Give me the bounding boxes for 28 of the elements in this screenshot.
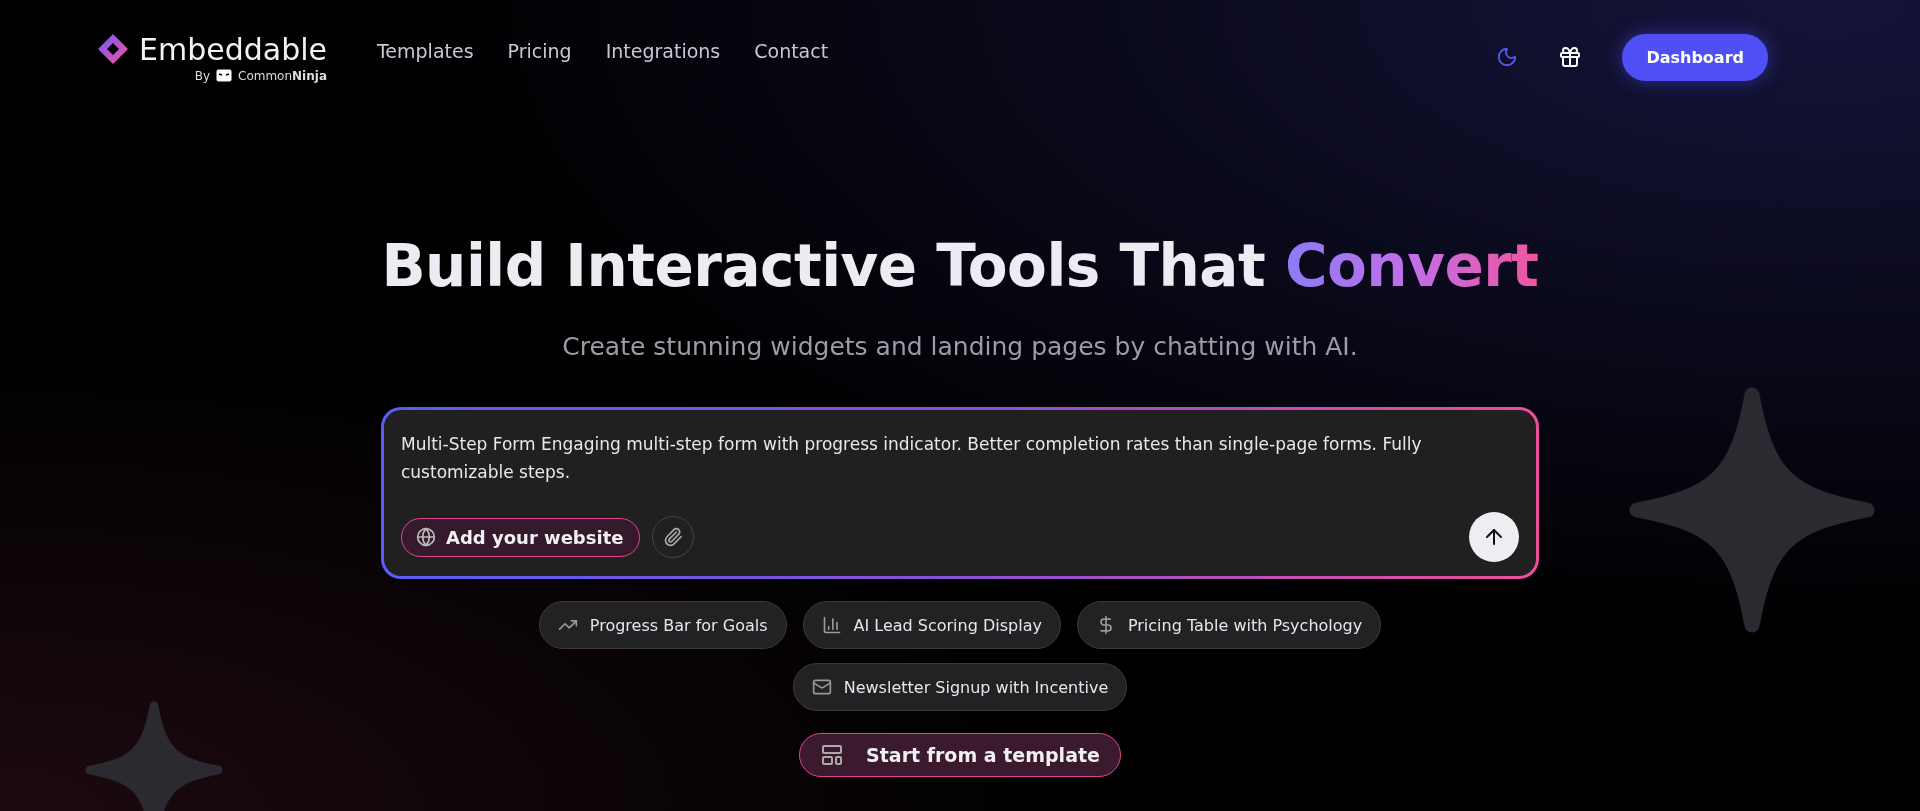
prompt-field[interactable]: Multi-Step Form Engaging multi-step form with progress indicator. Better completion rates than single-page forms. Fully customizable steps. Add your website (381, 407, 1539, 579)
nav-link[interactable]: Contact (754, 40, 829, 62)
add-website-button[interactable]: Add your website (401, 517, 641, 557)
paperclip-icon (663, 527, 684, 547)
maker-name: CommonNinja (238, 68, 327, 83)
dashboard-button[interactable]: Dashboard (1622, 33, 1768, 81)
byline: By (194, 68, 210, 83)
nav-link[interactable]: Integrations (605, 40, 721, 62)
logo-icon (97, 33, 129, 65)
chart-icon (821, 615, 842, 635)
hero-title: Build Interactive Tools That Convert (381, 232, 1539, 300)
nav-link[interactable]: Templates (377, 40, 474, 62)
template-button[interactable]: Start from a template (799, 733, 1121, 777)
layout-icon (820, 743, 845, 767)
nav-link[interactable]: Pricing (507, 40, 572, 62)
suggestion-chip[interactable]: Newsletter Signup with Incentive (792, 663, 1128, 711)
moon-icon[interactable] (1496, 46, 1519, 68)
send-button[interactable] (1469, 512, 1519, 562)
mail-icon (811, 677, 832, 697)
brand-name: Embeddable (139, 31, 327, 67)
hero-subtitle: Create stunning widgets and landing pages by chatting with AI. (562, 332, 1358, 361)
suggestion-chip[interactable]: Progress Bar for Goals (538, 601, 787, 649)
prompt-input[interactable]: Multi-Step Form Engaging multi-step form with progress indicator. Better completion rates than single-page forms. Fully customizable steps. (401, 430, 1519, 486)
globe-icon (416, 527, 436, 547)
suggestion-chip[interactable]: AI Lead Scoring Display (802, 601, 1061, 649)
ninja-icon (216, 69, 232, 82)
gift-icon[interactable] (1558, 45, 1583, 69)
suggestion-chip[interactable]: Pricing Table with Psychology (1076, 601, 1382, 649)
